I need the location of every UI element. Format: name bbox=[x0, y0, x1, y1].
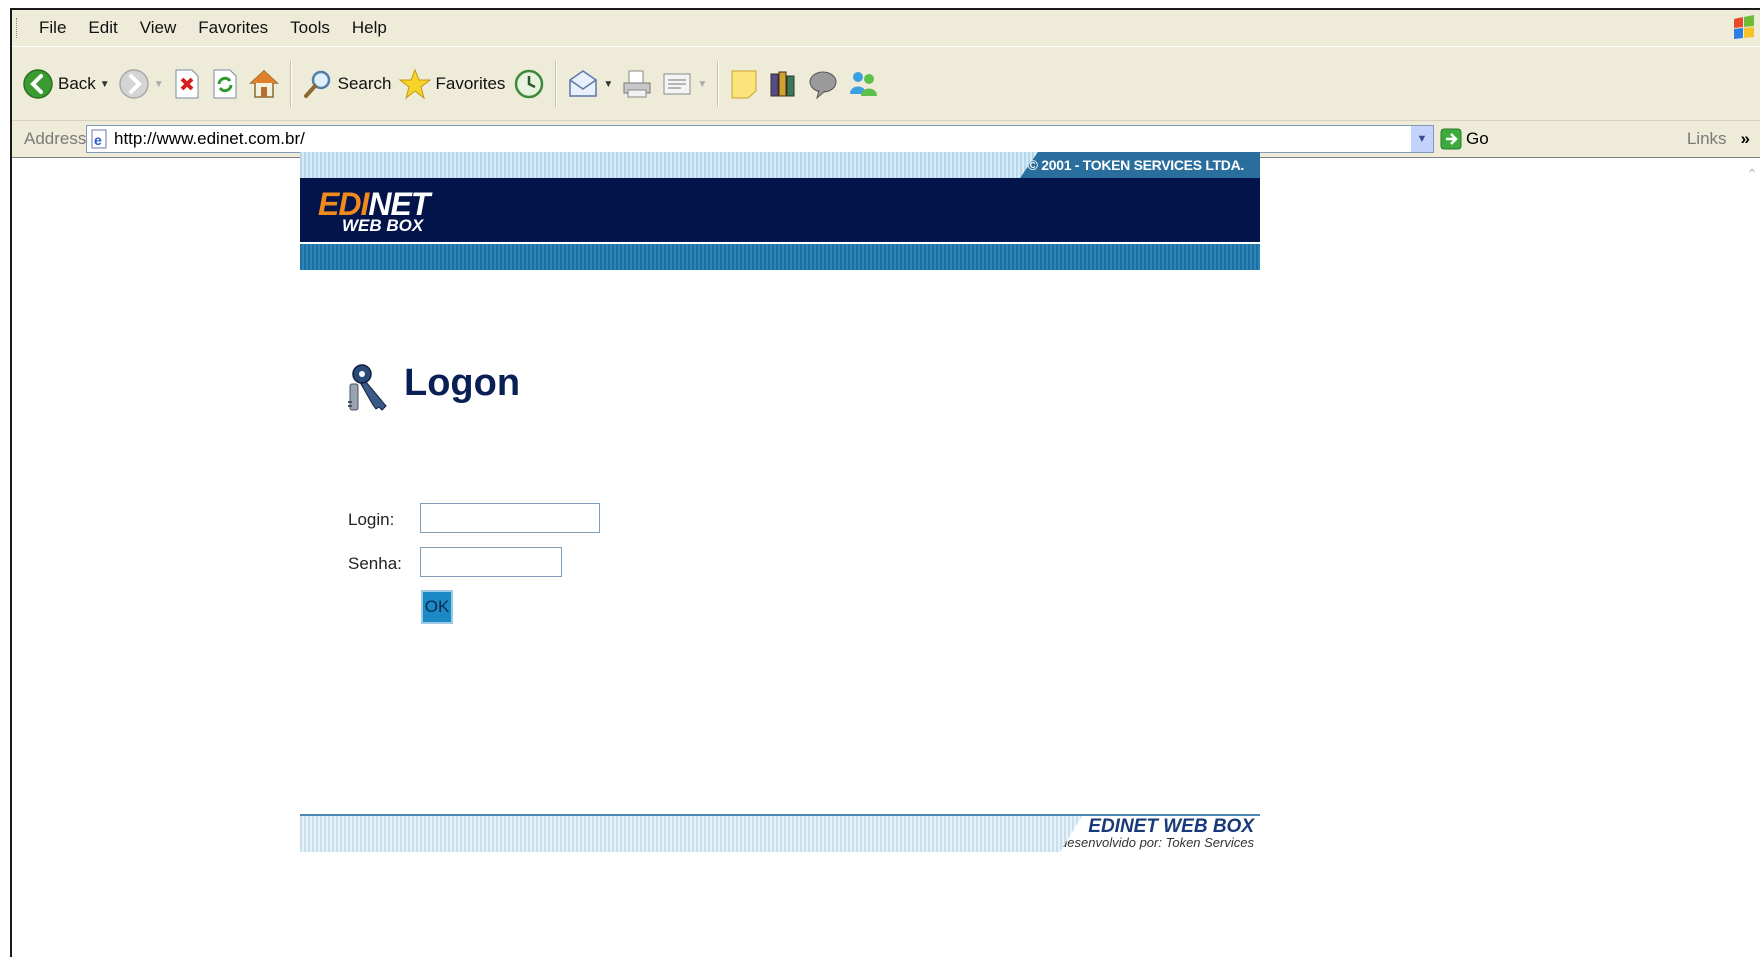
logon-title: Logon bbox=[404, 362, 521, 404]
contacts-button[interactable] bbox=[843, 61, 883, 107]
links-label: Links bbox=[1686, 129, 1727, 148]
history-icon bbox=[515, 69, 544, 99]
search-label: Search bbox=[337, 74, 392, 93]
header-top-strip: © 2001 - TOKEN SERVICES LTDA. bbox=[300, 152, 1260, 178]
mail-dropdown-icon[interactable]: ▼ bbox=[603, 79, 613, 90]
senha-label: Senha: bbox=[348, 554, 402, 573]
back-arrow-icon bbox=[23, 69, 53, 99]
print-button[interactable] bbox=[617, 61, 657, 107]
favorites-label: Favorites bbox=[435, 74, 506, 93]
edit-page-icon bbox=[663, 73, 691, 95]
refresh-icon bbox=[213, 69, 237, 99]
messenger-button[interactable] bbox=[803, 61, 843, 107]
home-button[interactable] bbox=[244, 61, 284, 107]
menu-bar: File Edit View Favorites Tools Help bbox=[12, 10, 1760, 46]
password-input[interactable] bbox=[420, 547, 562, 577]
back-dropdown-icon[interactable]: ▼ bbox=[100, 79, 110, 90]
address-input[interactable]: e http://www.edinet.com.br/ ▼ bbox=[86, 125, 1434, 153]
home-icon bbox=[248, 69, 279, 98]
edit-dropdown-icon[interactable]: ▼ bbox=[697, 79, 707, 90]
links-toolbar[interactable]: Links » bbox=[1687, 129, 1750, 149]
toolbar-separator bbox=[289, 61, 292, 107]
windows-logo-icon bbox=[1734, 15, 1754, 39]
login-input[interactable] bbox=[420, 503, 600, 533]
mail-icon bbox=[569, 70, 598, 97]
history-button[interactable] bbox=[509, 61, 549, 107]
login-label: Login: bbox=[348, 510, 395, 529]
go-button[interactable]: Go bbox=[1440, 128, 1489, 150]
research-books-icon bbox=[770, 71, 795, 97]
favorites-button[interactable]: Favorites bbox=[395, 61, 509, 107]
address-label: Address bbox=[24, 129, 87, 148]
scroll-up-icon[interactable]: ⌃ bbox=[1746, 166, 1758, 183]
stop-button[interactable] bbox=[168, 61, 206, 107]
address-url: http://www.edinet.com.br/ bbox=[114, 129, 305, 148]
favorites-star-icon bbox=[399, 68, 432, 100]
footer-subtitle: desenvolvido por: Token Services bbox=[1060, 835, 1254, 850]
browser-window: File Edit View Favorites Tools Help Back… bbox=[10, 8, 1760, 957]
links-chevron-icon[interactable]: » bbox=[1741, 129, 1750, 149]
menu-view[interactable]: View bbox=[129, 18, 188, 38]
research-button[interactable] bbox=[763, 61, 803, 107]
toolbar-separator bbox=[555, 61, 558, 107]
go-label: Go bbox=[1466, 129, 1489, 148]
address-dropdown-icon[interactable]: ▼ bbox=[1411, 126, 1433, 152]
page-viewport: ⌃ © 2001 - TOKEN SERVICES LTDA. EDINET W… bbox=[12, 152, 1760, 957]
menu-help[interactable]: Help bbox=[341, 18, 398, 38]
footer-bar: EDINET WEB BOX desenvolvido por: Token S… bbox=[300, 814, 1260, 852]
menu-edit[interactable]: Edit bbox=[77, 18, 128, 38]
forward-arrow-icon bbox=[118, 69, 149, 99]
back-button[interactable]: Back ▼ bbox=[18, 61, 114, 107]
forward-button[interactable]: ▼ bbox=[114, 61, 168, 107]
forward-dropdown-icon[interactable]: ▼ bbox=[154, 79, 164, 90]
sticky-note-icon bbox=[731, 70, 757, 99]
menu-favorites[interactable]: Favorites bbox=[187, 18, 279, 38]
footer-label-panel: EDINET WEB BOX desenvolvido por: Token S… bbox=[1060, 816, 1260, 852]
edit-button[interactable]: ▼ bbox=[657, 61, 711, 107]
printer-icon bbox=[623, 70, 651, 98]
notes-button[interactable] bbox=[725, 61, 763, 107]
keys-icon bbox=[348, 364, 387, 411]
menu-tools[interactable]: Tools bbox=[279, 18, 341, 38]
svg-text:e: e bbox=[94, 132, 102, 148]
standard-toolbar: Back ▼ ▼ Search Favorites ▼ ▼ bbox=[12, 46, 1760, 121]
menu-file[interactable]: File bbox=[28, 18, 77, 38]
search-icon bbox=[303, 70, 330, 98]
logo-subtitle: WEB BOX bbox=[342, 216, 424, 235]
search-button[interactable]: Search bbox=[298, 61, 396, 107]
contacts-people-icon bbox=[850, 72, 878, 96]
ie-page-icon: e bbox=[91, 129, 107, 149]
ok-button[interactable]: OK bbox=[421, 590, 453, 624]
mail-button[interactable]: ▼ bbox=[563, 61, 617, 107]
go-arrow-icon bbox=[1440, 128, 1462, 150]
header-bottom-strip bbox=[300, 244, 1260, 270]
refresh-button[interactable] bbox=[206, 61, 244, 107]
stop-icon bbox=[175, 69, 199, 99]
toolbar-separator bbox=[717, 61, 720, 107]
back-label: Back bbox=[58, 74, 96, 93]
header-banner: EDINET WEB BOX bbox=[300, 178, 1260, 242]
speech-bubble-icon bbox=[809, 71, 837, 100]
menu-grip bbox=[16, 18, 20, 38]
copyright-notice: © 2001 - TOKEN SERVICES LTDA. bbox=[1020, 152, 1260, 178]
